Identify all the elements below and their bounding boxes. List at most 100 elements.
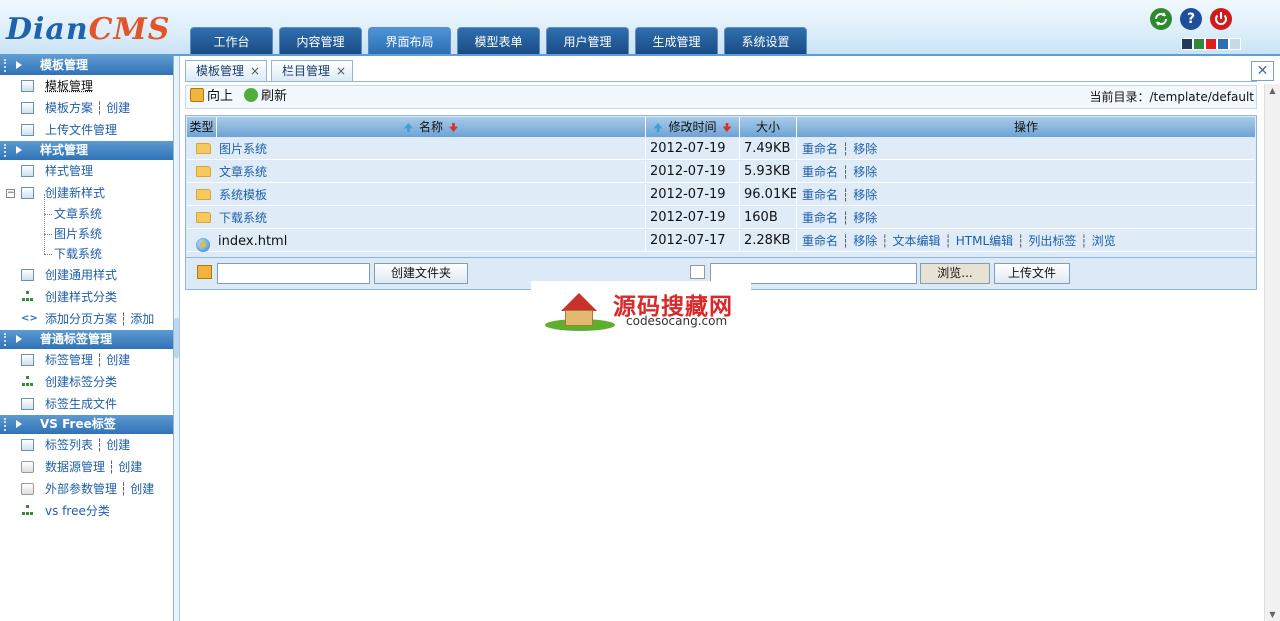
nav-tab-generate[interactable]: 生成管理 (635, 27, 718, 54)
sidebar-item-label[interactable]: 创建样式分类 (45, 290, 117, 304)
scroll-down-arrow[interactable]: ▼ (1267, 608, 1278, 621)
remove-link[interactable]: 移除 (853, 165, 877, 179)
sidebar-subitem-download[interactable]: 下载系统 (0, 234, 173, 264)
sidebar-item-upload-files[interactable]: 上传文件管理 (0, 119, 173, 141)
create-link[interactable]: 创建 (106, 438, 130, 452)
sort-asc-icon[interactable] (403, 123, 413, 132)
sidebar-item-label[interactable]: 模板方案 (45, 101, 93, 115)
sidebar-item-template-manage[interactable]: 模板管理 (0, 75, 173, 97)
power-icon[interactable] (1210, 8, 1232, 30)
sidebar-subitem-image[interactable]: 图片系统 (0, 214, 173, 244)
html-edit-link[interactable]: HTML编辑 (956, 234, 1013, 248)
file-name-link[interactable]: 系统模板 (219, 188, 267, 202)
tab-column-manage[interactable]: 栏目管理 × (271, 60, 354, 81)
remove-link[interactable]: 移除 (853, 142, 877, 156)
sidebar-item-style-category[interactable]: 创建样式分类 (0, 286, 173, 308)
sidebar-item-tag-generate[interactable]: 标签生成文件 (0, 393, 173, 415)
nav-tab-settings[interactable]: 系统设置 (724, 27, 807, 54)
create-folder-button[interactable]: 创建文件夹 (374, 263, 468, 284)
upload-button[interactable]: 上传文件 (994, 263, 1070, 284)
sidebar-item-label[interactable]: 创建新样式 (45, 186, 105, 200)
nav-tab-users[interactable]: 用户管理 (546, 27, 629, 54)
tab-template-manage[interactable]: 模板管理 × (185, 60, 268, 81)
help-icon[interactable]: ? (1180, 8, 1202, 30)
sidebar-item-label[interactable]: 创建标签分类 (45, 375, 117, 389)
create-link[interactable]: 创建 (118, 460, 142, 474)
sidebar-item-pagination[interactable]: <> 添加分页方案 ┆ 添加 (0, 308, 173, 330)
browse-button[interactable]: 浏览... (920, 263, 990, 284)
sidebar-item-label[interactable]: 标签管理 (45, 353, 93, 367)
rename-link[interactable]: 重命名 (802, 142, 838, 156)
list-tags-link[interactable]: 列出标签 (1028, 234, 1076, 248)
nav-tab-content[interactable]: 内容管理 (279, 27, 362, 54)
sidebar-item-external-params[interactable]: 外部参数管理 ┆ 创建 (0, 478, 173, 500)
scroll-up-arrow[interactable]: ▲ (1267, 84, 1278, 97)
theme-swatch[interactable] (1229, 38, 1241, 50)
sidebar-item-template-scheme[interactable]: 模板方案 ┆ 创建 (0, 97, 173, 119)
sidebar-section-template[interactable]: 模板管理 (0, 56, 173, 75)
sidebar-item-label[interactable]: 上传文件管理 (45, 123, 117, 137)
rename-link[interactable]: 重命名 (802, 188, 838, 202)
sidebar-item-tag-category[interactable]: 创建标签分类 (0, 371, 173, 393)
rename-link[interactable]: 重命名 (802, 234, 838, 248)
theme-swatch[interactable] (1193, 38, 1205, 50)
create-link[interactable]: 创建 (106, 353, 130, 367)
close-all-tabs-button[interactable]: ✕ (1251, 61, 1274, 81)
remove-link[interactable]: 移除 (853, 234, 877, 248)
theme-swatch[interactable] (1205, 38, 1217, 50)
file-name-link[interactable]: 文章系统 (219, 165, 267, 179)
sidebar-item-new-style[interactable]: − 创建新样式 (0, 182, 173, 204)
sidebar-item-label[interactable]: 标签生成文件 (45, 397, 117, 411)
rename-link[interactable]: 重命名 (802, 211, 838, 225)
file-name-link[interactable]: 下载系统 (219, 211, 267, 225)
header-name[interactable]: 名称 (217, 117, 646, 137)
refresh-button[interactable]: 刷新 (244, 86, 287, 108)
sidebar-item-label[interactable]: 添加分页方案 (45, 312, 117, 326)
nav-tab-layout[interactable]: 界面布局 (368, 27, 451, 54)
collapse-icon[interactable]: − (6, 189, 15, 198)
remove-link[interactable]: 移除 (853, 211, 877, 225)
sidebar-section-tags[interactable]: 普通标签管理 (0, 330, 173, 349)
remove-link[interactable]: 移除 (853, 188, 877, 202)
sidebar-item-vsfree-category[interactable]: vs free分类 (0, 500, 173, 522)
sort-desc-icon[interactable] (722, 123, 732, 132)
sidebar-item-label[interactable]: 创建通用样式 (45, 268, 117, 282)
close-icon[interactable]: × (250, 61, 260, 81)
nav-tab-model[interactable]: 模型表单 (457, 27, 540, 54)
sidebar-item-style-manage[interactable]: 样式管理 (0, 160, 173, 182)
refresh-icon[interactable] (1150, 8, 1172, 30)
nav-tab-workbench[interactable]: 工作台 (190, 27, 273, 54)
splitter-handle[interactable] (174, 318, 179, 358)
create-link[interactable]: 创建 (106, 101, 130, 115)
file-name-link[interactable]: 图片系统 (219, 142, 267, 156)
sidebar-item-tag-manage[interactable]: 标签管理 ┆ 创建 (0, 349, 173, 371)
header-modified[interactable]: 修改时间 (646, 117, 740, 137)
sidebar-item-tag-list[interactable]: 标签列表 ┆ 创建 (0, 434, 173, 456)
rename-link[interactable]: 重命名 (802, 165, 838, 179)
sidebar-section-vsfree[interactable]: VS Free标签 (0, 415, 173, 434)
folder-name-input[interactable] (217, 263, 370, 284)
sidebar-item-common-style[interactable]: 创建通用样式 (0, 264, 173, 286)
sidebar-item-label[interactable]: 标签列表 (45, 438, 93, 452)
sidebar-subitem-article[interactable]: 文章系统 (0, 194, 173, 224)
close-icon[interactable]: × (336, 61, 346, 81)
vertical-scrollbar[interactable]: ▲ ▼ (1264, 84, 1280, 621)
sort-desc-icon[interactable] (449, 123, 458, 132)
theme-swatch[interactable] (1181, 38, 1193, 50)
create-link[interactable]: 创建 (130, 482, 154, 496)
add-link[interactable]: 添加 (130, 312, 154, 326)
theme-swatch[interactable] (1217, 38, 1229, 50)
file-name-link[interactable]: index.html (218, 234, 287, 249)
sidebar-item-label[interactable]: 数据源管理 (45, 460, 105, 474)
sidebar-item-label[interactable]: 模板管理 (45, 79, 93, 93)
text-edit-link[interactable]: 文本编辑 (893, 234, 941, 248)
sidebar-item-label[interactable]: 样式管理 (45, 164, 93, 178)
up-button[interactable]: 向上 (190, 86, 233, 108)
browse-link[interactable]: 浏览 (1092, 234, 1116, 248)
sidebar-splitter[interactable] (174, 56, 180, 621)
sidebar-section-style[interactable]: 样式管理 (0, 141, 173, 160)
sidebar-item-label[interactable]: vs free分类 (45, 504, 110, 518)
sidebar-item-label[interactable]: 外部参数管理 (45, 482, 117, 496)
sort-asc-icon[interactable] (653, 123, 663, 132)
sidebar-item-datasource[interactable]: 数据源管理 ┆ 创建 (0, 456, 173, 478)
